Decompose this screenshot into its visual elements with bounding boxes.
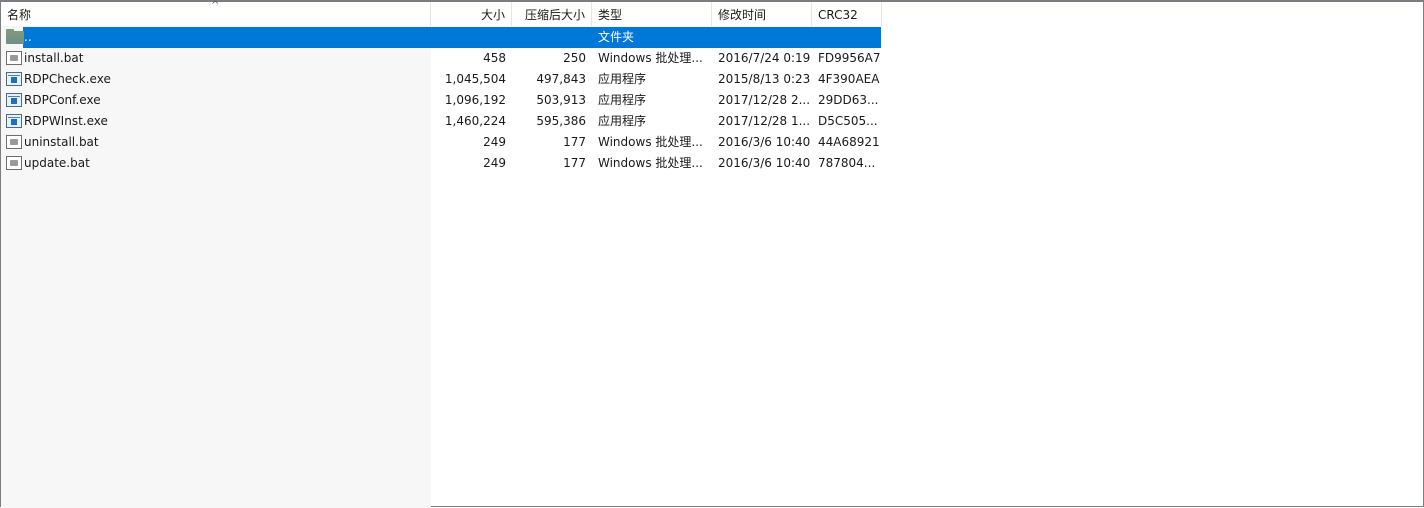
file-name: RDPWInst.exe (24, 114, 108, 128)
table-row[interactable]: install.bat 458 250 Windows 批处理... 2016/… (1, 48, 881, 69)
column-header-type-label: 类型 (598, 8, 623, 22)
batch-file-icon (6, 51, 22, 65)
file-size (431, 27, 506, 48)
file-name: update.bat (24, 156, 90, 170)
file-size: 1,096,192 (444, 93, 506, 107)
file-size: 1,045,504 (444, 72, 506, 86)
file-modified: 2016/7/24 0:19 (718, 51, 810, 65)
column-header-row: 名称 ^ 大小 压缩后大小 类型 修改时间 CRC32 (1, 0, 882, 26)
table-row[interactable]: RDPWInst.exe 1,460,224 595,386 应用程序 2017… (1, 111, 881, 132)
column-header-packed-size[interactable]: 压缩后大小 (512, 2, 592, 26)
column-header-packed-size-label: 压缩后大小 (524, 8, 585, 22)
file-modified: 2017/12/28 2... (718, 93, 810, 107)
file-list-panel: 名称 ^ 大小 压缩后大小 类型 修改时间 CRC32 .. 文件夹 insta… (0, 0, 1424, 508)
column-header-modified[interactable]: 修改时间 (712, 2, 812, 26)
application-icon (6, 72, 22, 86)
file-modified: 2015/8/13 0:23 (718, 72, 810, 86)
file-packed-size: 503,913 (536, 93, 586, 107)
batch-file-icon (6, 135, 22, 149)
column-header-modified-label: 修改时间 (718, 8, 767, 22)
table-row[interactable]: RDPCheck.exe 1,045,504 497,843 应用程序 2015… (1, 69, 881, 90)
file-packed-size (511, 27, 586, 48)
file-packed-size: 177 (563, 156, 586, 170)
file-type: 文件夹 (598, 30, 635, 44)
file-crc32 (818, 27, 880, 48)
file-crc32: 787804... (818, 156, 876, 170)
file-type: Windows 批处理... (598, 51, 703, 65)
file-type: 应用程序 (598, 72, 647, 86)
file-size: 249 (483, 156, 506, 170)
table-row[interactable]: RDPConf.exe 1,096,192 503,913 应用程序 2017/… (1, 90, 881, 111)
file-type: 应用程序 (598, 114, 647, 128)
file-crc32: D5C505... (818, 114, 878, 128)
file-modified: 2016/3/6 10:40 (718, 156, 810, 170)
chevron-up-icon: ^ (211, 0, 220, 11)
file-crc32: 29DD63... (818, 93, 879, 107)
column-header-type[interactable]: 类型 (592, 2, 712, 26)
column-header-crc32-label: CRC32 (818, 8, 858, 22)
file-packed-size: 497,843 (536, 72, 586, 86)
file-crc32: 4F390AEA (818, 72, 880, 86)
file-size: 249 (483, 135, 506, 149)
column-header-size[interactable]: 大小 (431, 2, 512, 26)
column-header-size-label: 大小 (480, 8, 505, 22)
file-size: 1,460,224 (444, 114, 506, 128)
file-list: .. 文件夹 install.bat 458 250 Windows 批处理..… (1, 27, 881, 174)
file-size: 458 (483, 51, 506, 65)
file-name: RDPConf.exe (24, 93, 101, 107)
file-packed-size: 250 (563, 51, 586, 65)
file-packed-size: 177 (563, 135, 586, 149)
batch-file-icon (6, 156, 22, 170)
file-type: Windows 批处理... (598, 156, 703, 170)
file-modified: 2016/3/6 10:40 (718, 135, 810, 149)
file-name: RDPCheck.exe (24, 72, 111, 86)
file-type: Windows 批处理... (598, 135, 703, 149)
file-name: .. (24, 30, 32, 44)
application-icon (6, 93, 22, 107)
application-icon (6, 114, 22, 128)
file-crc32: FD9956A7 (818, 51, 880, 65)
file-modified: 2017/12/28 1... (718, 114, 810, 128)
folder-up-icon (6, 29, 24, 44)
file-name: install.bat (24, 51, 84, 65)
file-packed-size: 595,386 (536, 114, 586, 128)
file-modified (718, 27, 810, 48)
table-row[interactable]: uninstall.bat 249 177 Windows 批处理... 201… (1, 132, 881, 153)
table-row-parent-folder[interactable]: .. 文件夹 (1, 27, 881, 48)
file-crc32: 44A68921 (818, 135, 880, 149)
column-header-crc32[interactable]: CRC32 (812, 2, 882, 26)
column-header-name-label: 名称 (7, 8, 32, 22)
file-type: 应用程序 (598, 93, 647, 107)
table-row[interactable]: update.bat 249 177 Windows 批处理... 2016/3… (1, 153, 881, 174)
file-name: uninstall.bat (24, 135, 99, 149)
